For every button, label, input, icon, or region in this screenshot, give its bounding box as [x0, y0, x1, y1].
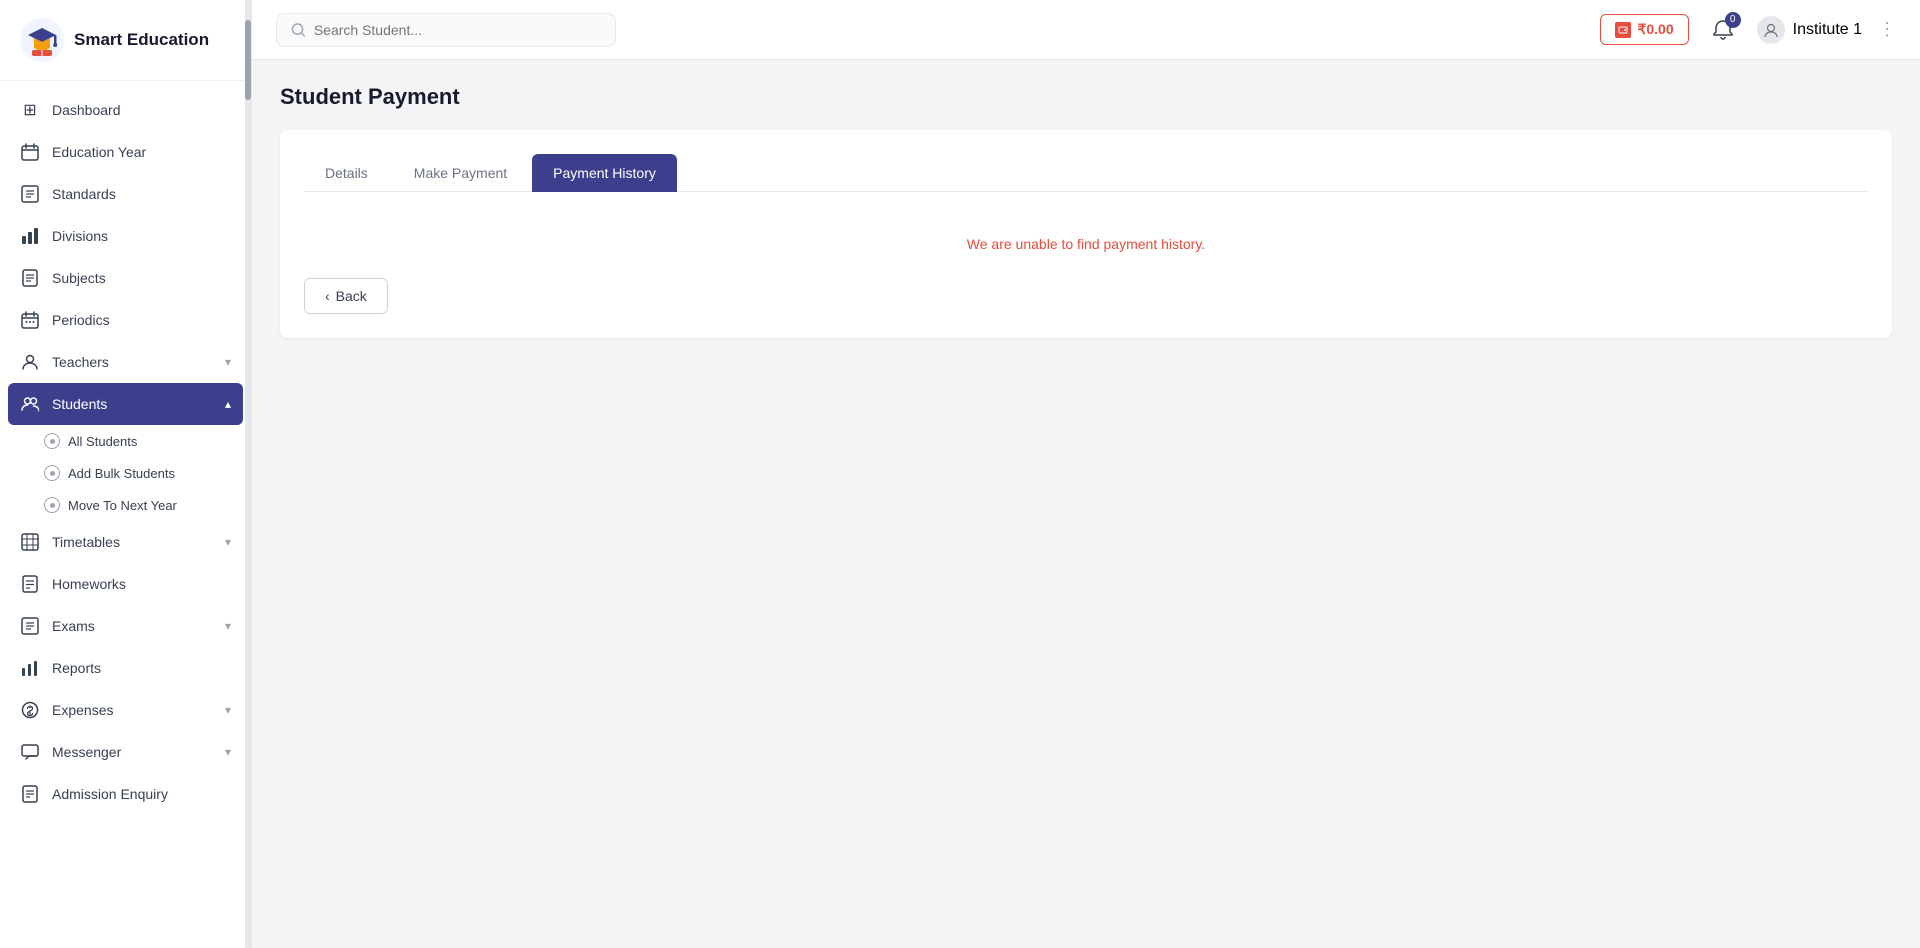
sidebar-scrollbar-thumb[interactable] [245, 20, 251, 100]
sidebar-scrollbar[interactable] [245, 0, 251, 948]
back-button[interactable]: ‹ Back [304, 278, 388, 314]
sidebar-item-label: Teachers [52, 354, 109, 370]
sidebar-item-label: Subjects [52, 270, 106, 286]
sidebar-item-standards[interactable]: Standards [0, 173, 251, 215]
tab-payment-history[interactable]: Payment History [532, 154, 677, 192]
timetables-icon [20, 532, 40, 552]
wallet-icon [1615, 22, 1631, 38]
exams-icon [20, 616, 40, 636]
education-year-icon [20, 142, 40, 162]
sidebar-item-dashboard[interactable]: ⊞ Dashboard [0, 89, 251, 131]
sidebar-item-label: Messenger [52, 744, 121, 760]
periodics-icon [20, 310, 40, 330]
sidebar-item-homeworks[interactable]: Homeworks [0, 563, 251, 605]
empty-message: We are unable to find payment history. [304, 216, 1868, 262]
topbar: ₹0.00 0 Institute 1 ⋮ [252, 0, 1920, 60]
sidebar-item-students[interactable]: Students ▴ [8, 383, 243, 425]
sidebar-item-admission-enquiry[interactable]: Admission Enquiry [0, 773, 251, 815]
sidebar-item-subjects[interactable]: Subjects [0, 257, 251, 299]
sub-nav-add-bulk-students[interactable]: Add Bulk Students [44, 457, 251, 489]
sidebar-item-label: Students [52, 396, 107, 412]
balance-button[interactable]: ₹0.00 [1600, 14, 1688, 45]
balance-amount: ₹0.00 [1637, 21, 1673, 38]
add-bulk-dot [44, 465, 60, 481]
main-area: ₹0.00 0 Institute 1 ⋮ Student Payment [252, 0, 1920, 948]
sidebar-item-messenger[interactable]: Messenger ▾ [0, 731, 251, 773]
expenses-icon [20, 700, 40, 720]
timetables-chevron-icon: ▾ [225, 535, 231, 549]
topbar-right: ₹0.00 0 Institute 1 ⋮ [1600, 12, 1896, 48]
move-next-year-label: Move To Next Year [68, 498, 177, 513]
students-chevron-icon: ▴ [225, 397, 231, 411]
sidebar-item-timetables[interactable]: Timetables ▾ [0, 521, 251, 563]
subjects-icon [20, 268, 40, 288]
standards-icon [20, 184, 40, 204]
exams-chevron-icon: ▾ [225, 619, 231, 633]
sidebar-item-label: Admission Enquiry [52, 786, 168, 802]
sidebar-item-divisions[interactable]: Divisions [0, 215, 251, 257]
search-box[interactable] [276, 13, 616, 47]
back-button-label: Back [336, 288, 367, 304]
sidebar-logo: Smart Education [0, 0, 251, 81]
homeworks-icon [20, 574, 40, 594]
user-avatar [1757, 16, 1785, 44]
add-bulk-label: Add Bulk Students [68, 466, 175, 481]
sidebar-item-label: Homeworks [52, 576, 126, 592]
sidebar-item-label: Divisions [52, 228, 108, 244]
tabs: Details Make Payment Payment History [304, 154, 1868, 192]
sidebar-item-label: Exams [52, 618, 95, 634]
sidebar-item-teachers[interactable]: Teachers ▾ [0, 341, 251, 383]
admission-enquiry-icon [20, 784, 40, 804]
search-icon [291, 22, 306, 38]
user-name: Institute 1 [1793, 21, 1862, 39]
user-info[interactable]: Institute 1 [1757, 16, 1862, 44]
sidebar-item-education-year[interactable]: Education Year [0, 131, 251, 173]
app-name: Smart Education [74, 30, 209, 50]
sidebar-item-reports[interactable]: Reports [0, 647, 251, 689]
notification-badge: 0 [1725, 12, 1741, 28]
sidebar-item-label: Expenses [52, 702, 113, 718]
messenger-chevron-icon: ▾ [225, 745, 231, 759]
reports-icon [20, 658, 40, 678]
messenger-icon [20, 742, 40, 762]
sub-nav-move-to-next-year[interactable]: Move To Next Year [44, 489, 251, 521]
search-input[interactable] [314, 22, 601, 38]
sidebar-item-label: Reports [52, 660, 101, 676]
teachers-icon [20, 352, 40, 372]
all-students-label: All Students [68, 434, 137, 449]
tab-details[interactable]: Details [304, 154, 389, 192]
tab-make-payment[interactable]: Make Payment [393, 154, 528, 192]
sidebar-item-expenses[interactable]: Expenses ▾ [0, 689, 251, 731]
app-logo-icon [20, 18, 64, 62]
sidebar-item-label: Periodics [52, 312, 110, 328]
notification-button[interactable]: 0 [1705, 12, 1741, 48]
back-chevron-icon: ‹ [325, 288, 330, 304]
teachers-chevron-icon: ▾ [225, 355, 231, 369]
students-sub-nav: All Students Add Bulk Students Move To N… [0, 425, 251, 521]
divisions-icon [20, 226, 40, 246]
sidebar: Smart Education ⊞ Dashboard Education Ye… [0, 0, 252, 948]
sidebar-item-label: Education Year [52, 144, 146, 160]
sidebar-item-label: Timetables [52, 534, 120, 550]
expenses-chevron-icon: ▾ [225, 703, 231, 717]
main-card: Details Make Payment Payment History We … [280, 130, 1892, 338]
sub-nav-all-students[interactable]: All Students [44, 425, 251, 457]
more-options-button[interactable]: ⋮ [1878, 19, 1896, 40]
sidebar-item-periodics[interactable]: Periodics [0, 299, 251, 341]
sidebar-nav: ⊞ Dashboard Education Year Standards Div… [0, 81, 251, 948]
move-next-year-dot [44, 497, 60, 513]
sidebar-item-exams[interactable]: Exams ▾ [0, 605, 251, 647]
sidebar-item-label: Standards [52, 186, 116, 202]
page-title: Student Payment [280, 84, 1892, 110]
all-students-dot [44, 433, 60, 449]
students-icon [20, 394, 40, 414]
sidebar-item-label: Dashboard [52, 102, 121, 118]
dashboard-icon: ⊞ [20, 100, 40, 120]
content-area: Student Payment Details Make Payment Pay… [252, 60, 1920, 948]
